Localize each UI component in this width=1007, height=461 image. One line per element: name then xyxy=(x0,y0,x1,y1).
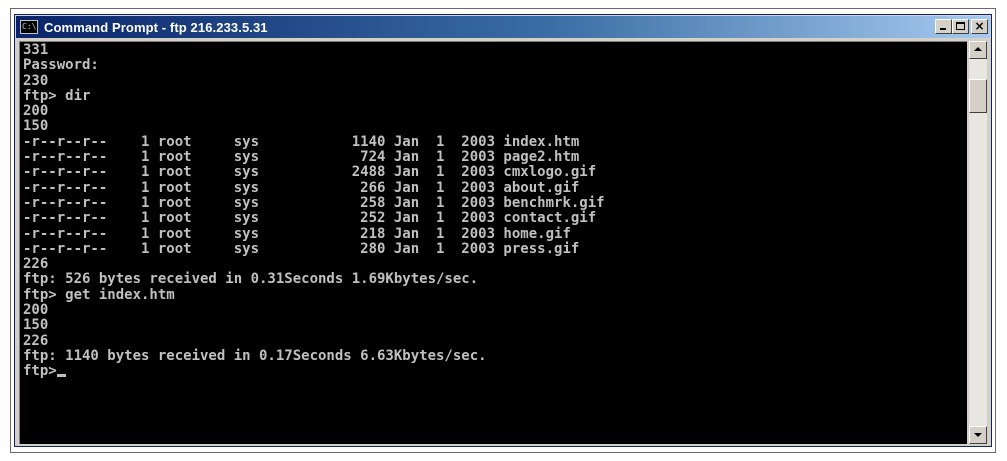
console-line: ftp> dir xyxy=(23,87,91,104)
console-line: 200 xyxy=(23,103,49,120)
console-output[interactable]: 331 Password: 230 ftp> dir 200 150 -r--r--r-- … xyxy=(19,41,967,444)
command-prompt-window: C:\ Command Prompt - ftp 216.233.5.31 × … xyxy=(14,14,992,447)
console-line: -r--r--r-- 1 root sys 1140 Jan 1 2003 in… xyxy=(23,133,580,150)
close-icon: × xyxy=(974,19,985,33)
console-line: ftp> get index.htm xyxy=(23,286,175,303)
scroll-thumb[interactable] xyxy=(969,79,987,113)
window-title: Command Prompt - ftp 216.233.5.31 xyxy=(44,19,268,35)
console-line: 230 xyxy=(23,72,49,89)
text-cursor xyxy=(56,374,66,378)
scroll-down-arrow-icon xyxy=(974,433,982,437)
console-lines: 331 Password: 230 ftp> dir 200 150 -r--r--r-- … xyxy=(23,42,605,380)
scroll-up-arrow-icon xyxy=(974,47,982,51)
console-line: ftp> xyxy=(23,363,605,379)
maximize-button[interactable] xyxy=(952,19,969,34)
console-line: 226 xyxy=(23,256,49,273)
minimize-button[interactable] xyxy=(935,19,952,34)
console-line: 331 xyxy=(23,42,49,58)
console-line: 200 xyxy=(23,302,49,319)
console-line: Password: xyxy=(23,57,99,74)
console-line: 150 xyxy=(23,118,49,135)
scroll-up-button[interactable] xyxy=(969,41,987,59)
close-button[interactable]: × xyxy=(971,19,988,34)
console-line: -r--r--r-- 1 root sys 2488 Jan 1 2003 cm… xyxy=(23,164,597,181)
console-line: -r--r--r-- 1 root sys 252 Jan 1 2003 con… xyxy=(23,210,597,227)
console-app-icon[interactable]: C:\ xyxy=(20,20,38,34)
scroll-down-button[interactable] xyxy=(969,426,987,444)
console-line: ftp: 526 bytes received in 0.31Seconds 1… xyxy=(23,271,479,288)
console-line: 226 xyxy=(23,332,49,349)
console-line: 150 xyxy=(23,317,49,334)
maximize-icon xyxy=(956,22,965,30)
console-line: -r--r--r-- 1 root sys 258 Jan 1 2003 ben… xyxy=(23,194,605,211)
caption-buttons: × xyxy=(935,19,988,34)
console-line: -r--r--r-- 1 root sys 218 Jan 1 2003 hom… xyxy=(23,225,571,242)
console-line: -r--r--r-- 1 root sys 266 Jan 1 2003 abo… xyxy=(23,179,580,196)
title-bar[interactable]: C:\ Command Prompt - ftp 216.233.5.31 × xyxy=(16,16,990,38)
console-line: ftp: 1140 bytes received in 0.17Seconds … xyxy=(23,347,487,364)
vertical-scrollbar[interactable] xyxy=(969,41,987,444)
minimize-icon xyxy=(940,28,946,30)
console-line: -r--r--r-- 1 root sys 280 Jan 1 2003 pre… xyxy=(23,240,580,257)
console-line: -r--r--r-- 1 root sys 724 Jan 1 2003 pag… xyxy=(23,149,580,166)
